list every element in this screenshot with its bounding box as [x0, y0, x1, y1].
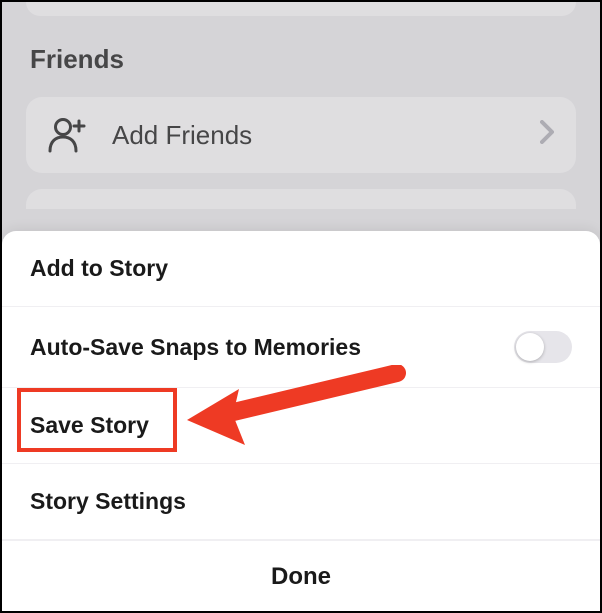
sheet-item-save-story[interactable]: Save Story [2, 388, 600, 464]
card-stub-bottom [26, 189, 576, 209]
sheet-item-label: Save Story [30, 412, 149, 439]
done-button[interactable]: Done [2, 540, 600, 611]
sheet-item-label: Auto-Save Snaps to Memories [30, 334, 361, 361]
sheet-item-label: Story Settings [30, 488, 186, 515]
story-action-sheet: Add to Story Auto-Save Snaps to Memories… [2, 231, 600, 611]
friends-section-header: Friends [26, 44, 576, 75]
chevron-right-icon [540, 118, 554, 152]
sheet-item-auto-save[interactable]: Auto-Save Snaps to Memories [2, 307, 600, 388]
toggle-knob [516, 333, 544, 361]
auto-save-toggle[interactable] [514, 331, 572, 363]
sheet-item-story-settings[interactable]: Story Settings [2, 464, 600, 540]
sheet-item-add-to-story[interactable]: Add to Story [2, 231, 600, 307]
add-friend-icon [48, 117, 88, 153]
add-friends-row[interactable]: Add Friends [26, 97, 576, 173]
sheet-item-label: Add to Story [30, 255, 168, 282]
add-friends-label: Add Friends [112, 120, 516, 151]
card-stub-top [26, 2, 576, 16]
